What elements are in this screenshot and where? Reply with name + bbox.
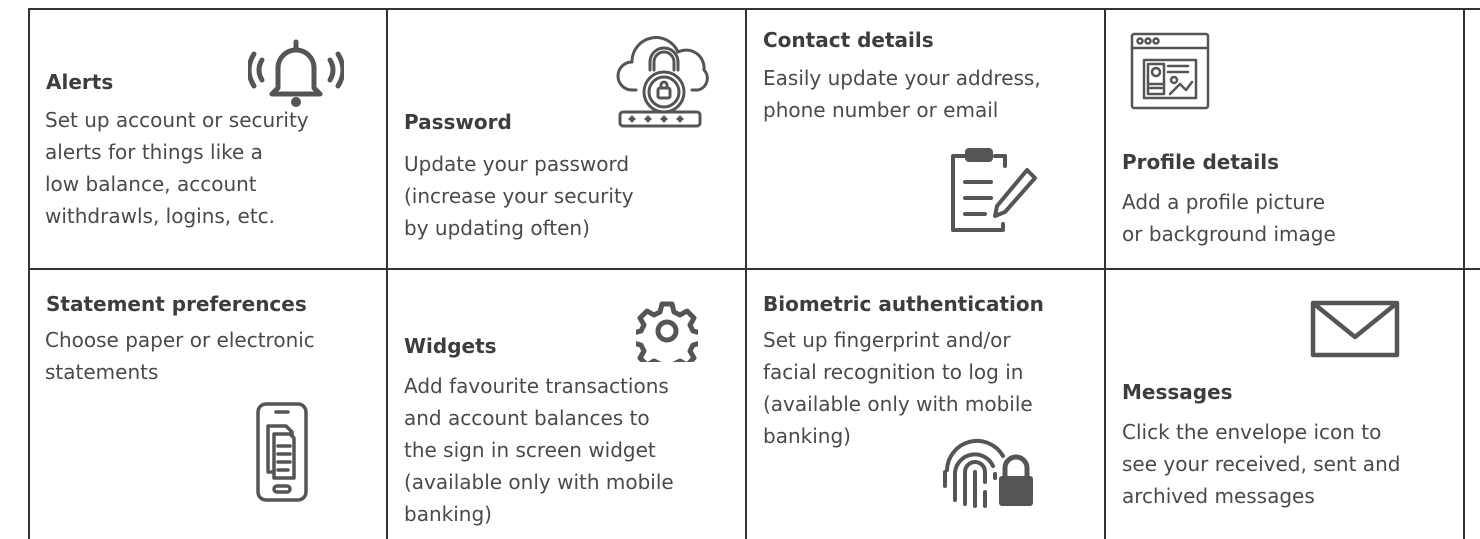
browser-profile-icon [1130,32,1210,112]
tile-description-line: or background image [1122,222,1336,246]
tile-description-line: see your received, sent and [1122,452,1401,476]
tile-description-line: Choose paper or electronic [45,328,315,352]
tile-messages[interactable]: Messages Click the envelope icon to see … [1106,270,1463,539]
tile-description: Update your password (increase your secu… [404,148,634,244]
clipboard-pencil-icon [943,148,1039,234]
tile-description-line: Set up fingerprint and/or [763,328,1011,352]
tile-biometric-authentication[interactable]: Biometric authentication Set up fingerpr… [747,270,1104,539]
tile-title: Messages [1122,380,1233,404]
tile-title: Widgets [404,334,497,358]
tile-title: Password [404,110,512,134]
tile-description: Choose paper or electronic statements [45,324,315,388]
tile-description: Add a profile picture or background imag… [1122,186,1336,250]
tile-description-line: phone number or email [763,98,999,122]
tile-description-line: and account balances to [404,406,650,430]
tile-description-line: (increase your security [404,184,634,208]
tile-description-line: Add a profile picture [1122,190,1326,214]
tile-title: Profile details [1122,150,1280,174]
tile-alerts[interactable]: Alerts Set up account or security alerts… [30,10,386,268]
tile-password[interactable]: Password Update your password (increase … [388,10,745,268]
tile-description-line: by updating often) [404,216,590,240]
tile-description-line: facial recognition to log in [763,360,1024,384]
tile-title: Biometric authentication [763,292,1044,316]
tile-description: Set up account or security alerts for th… [45,104,309,232]
tile-contact-details[interactable]: Contact details Easily update your addre… [747,10,1104,268]
tile-title: Alerts [46,70,114,94]
grid-line-right [1463,8,1465,539]
tile-description-line: Easily update your address, [763,66,1041,90]
tile-profile-details[interactable]: Profile details Add a profile picture or… [1106,10,1463,268]
fingerprint-lock-icon [941,430,1037,508]
tile-description-line: the sign in screen widget [404,438,656,462]
tile-title: Statement preferences [46,292,307,316]
tile-description-line: Update your password [404,152,630,176]
bell-ringing-icon [248,32,344,110]
tile-description-line: Add favourite transactions [404,374,669,398]
tile-description: Easily update your address, phone number… [763,62,1041,126]
tile-description: Add favourite transactions and account b… [404,370,674,530]
phone-documents-icon [254,400,310,504]
tile-description-line: (available only with mobile [404,470,674,494]
tile-description-line: low balance, account [45,172,257,196]
tile-widgets[interactable]: Widgets Add favourite transactions and a… [388,270,745,539]
settings-grid: Alerts Set up account or security alerts… [0,0,1480,539]
tile-description-line: statements [45,360,159,384]
tile-title: Contact details [763,28,934,52]
envelope-icon[interactable] [1310,300,1400,358]
tile-description: Click the envelope icon to see your rece… [1122,416,1400,512]
tile-description-line: Click the envelope icon to [1122,420,1382,444]
tile-statement-preferences[interactable]: Statement preferences Choose paper or el… [30,270,386,539]
tile-description-line: banking) [404,502,492,526]
tile-description-line: (available only with mobile [763,392,1033,416]
tile-description-line: archived messages [1122,484,1315,508]
cloud-lock-password-icon [616,20,712,128]
tile-description-line: alerts for things like a [45,140,263,164]
gear-icon [636,300,698,362]
tile-description-line: withdrawls, logins, etc. [45,204,276,228]
